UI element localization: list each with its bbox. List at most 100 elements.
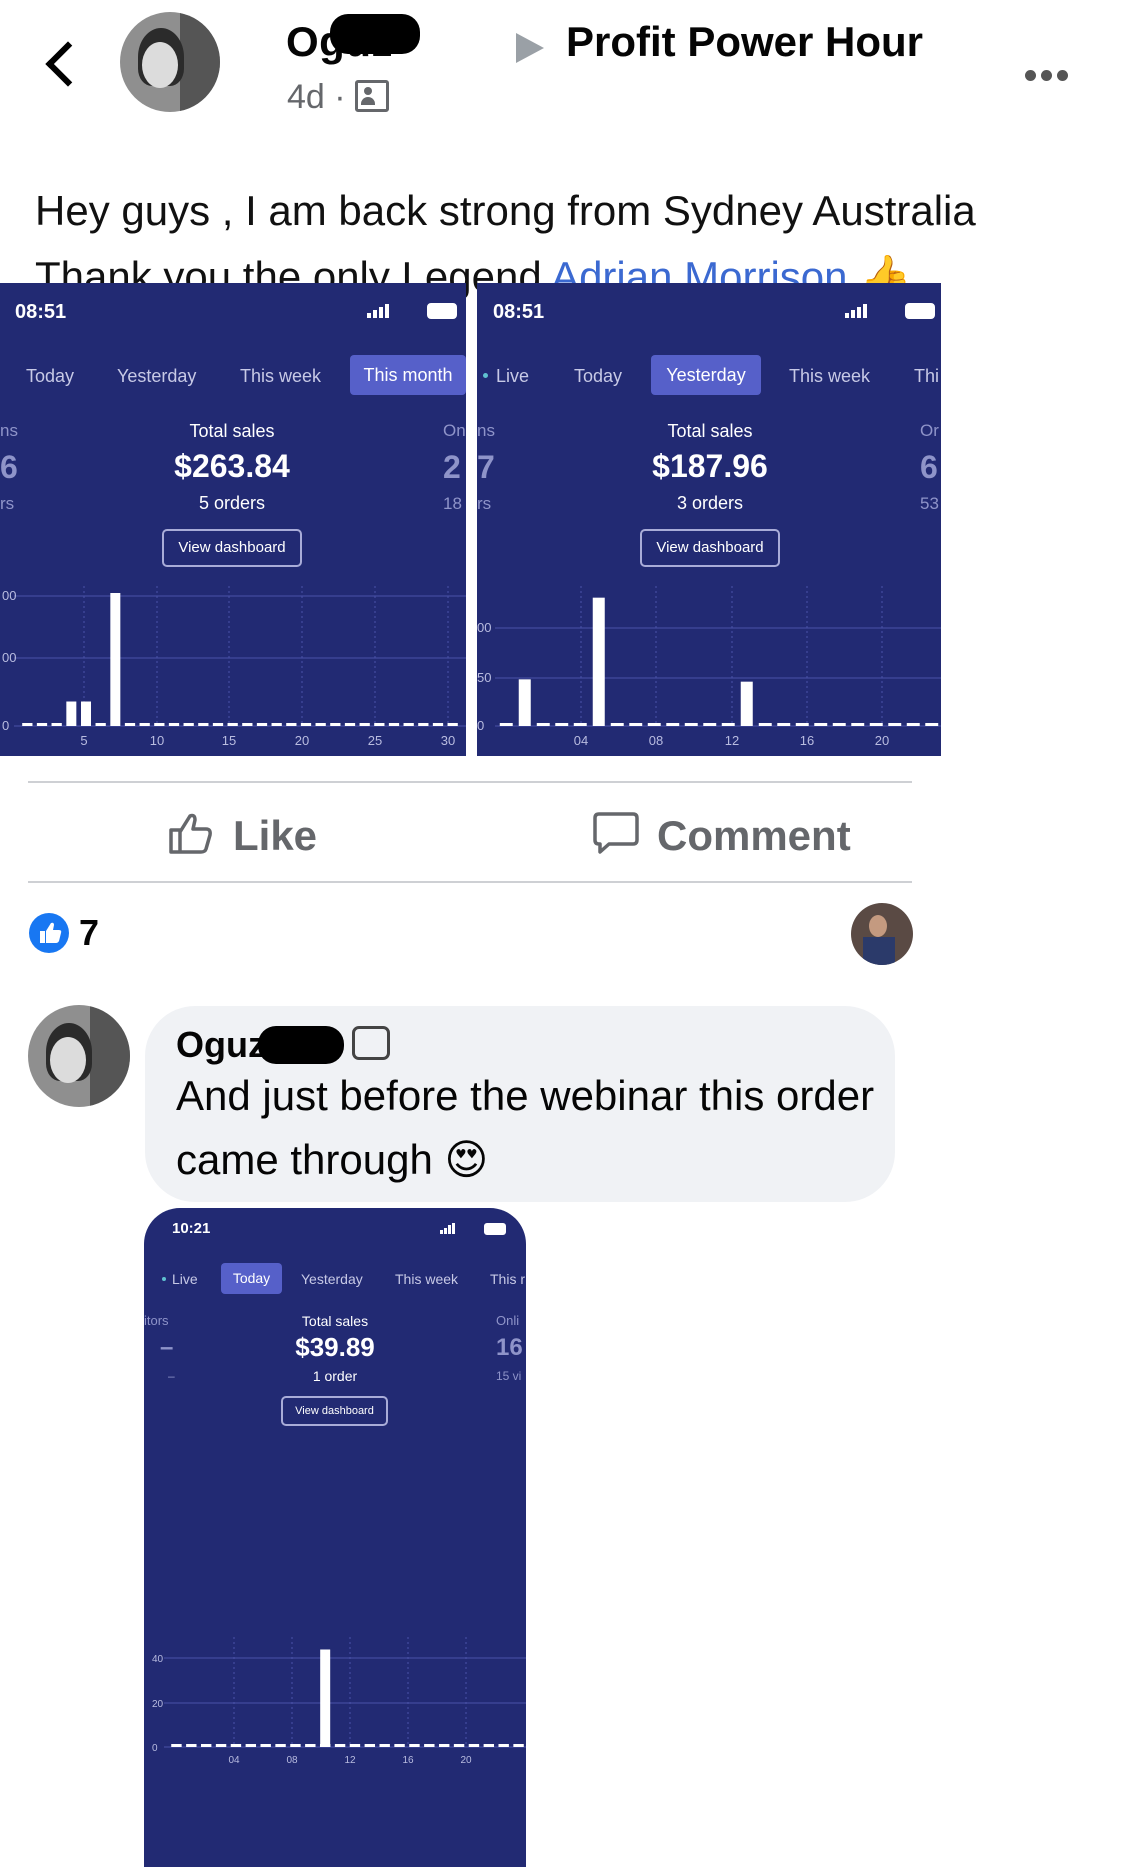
bar-zero xyxy=(906,723,920,726)
bar-zero xyxy=(418,723,429,726)
bar-zero xyxy=(610,723,624,726)
y-tick-label: 20 xyxy=(152,1699,164,1710)
bar-zero xyxy=(499,723,513,726)
tab-today[interactable]: Today xyxy=(26,366,74,387)
tab-yesterday[interactable]: Yesterday xyxy=(117,366,196,387)
right-stat-sub: 15 vi xyxy=(496,1369,522,1383)
tab-this-week[interactable]: This week xyxy=(240,366,321,387)
meta-separator: · xyxy=(334,78,346,116)
group-name[interactable]: Profit Power Hour xyxy=(566,18,923,66)
x-tick-label: 5 xyxy=(80,733,87,748)
view-dashboard-button[interactable]: View dashboard xyxy=(640,529,780,567)
bar-zero xyxy=(374,723,385,726)
bar-zero xyxy=(925,723,939,726)
bar-zero xyxy=(51,723,62,726)
bar-zero xyxy=(573,723,587,726)
bar xyxy=(320,1649,331,1747)
tab-live[interactable]: Live xyxy=(483,366,529,387)
x-tick-label: 25 xyxy=(368,733,382,748)
screenshot-1[interactable]: 08:51 Today Yesterday This week This mon… xyxy=(0,283,466,756)
y-tick-label: 0 xyxy=(477,718,484,733)
tab-yesterday[interactable]: Yesterday xyxy=(651,355,761,395)
bar-zero xyxy=(536,723,550,726)
bar-zero xyxy=(379,1744,390,1747)
tab-today[interactable]: Today xyxy=(221,1263,282,1294)
bar-zero xyxy=(186,1744,197,1747)
bar-zero xyxy=(703,723,717,726)
commenter-avatar[interactable] xyxy=(28,1005,130,1107)
bar-zero xyxy=(453,1744,465,1747)
post-time[interactable]: 4d xyxy=(287,78,325,116)
comment-author-name[interactable]: Oguz xyxy=(176,1024,266,1066)
y-tick-label: 50 xyxy=(477,670,491,685)
tab-today[interactable]: Today xyxy=(574,366,622,387)
status-icons xyxy=(845,302,935,319)
tab-this-week[interactable]: This week xyxy=(395,1271,458,1287)
tab-this-month[interactable]: Thi xyxy=(914,366,939,387)
orders-count: 5 orders xyxy=(198,493,266,513)
right-stat-value: 16 xyxy=(496,1334,523,1361)
tab-this-month[interactable]: This r xyxy=(490,1271,525,1287)
bar-zero xyxy=(95,723,106,726)
tab-this-week[interactable]: This week xyxy=(789,366,870,387)
bar-zero xyxy=(330,723,341,726)
more-options-icon[interactable] xyxy=(1025,68,1073,86)
bar-zero xyxy=(305,1744,316,1747)
bar-zero xyxy=(198,723,209,726)
y-tick-label: 00 xyxy=(2,650,16,665)
bar-zero xyxy=(168,723,180,726)
tab-live[interactable]: Live xyxy=(162,1271,198,1287)
bar-zero xyxy=(432,723,444,726)
x-tick-label: 20 xyxy=(460,1755,472,1766)
total-sales-value: $263.84 xyxy=(174,448,290,484)
y-tick-label: 40 xyxy=(152,1654,164,1665)
reactor-avatar[interactable] xyxy=(851,903,913,965)
redaction-mark xyxy=(330,14,420,54)
bar-zero xyxy=(245,1744,257,1747)
bar-zero xyxy=(483,1744,495,1747)
view-dashboard-button[interactable]: View dashboard xyxy=(281,1396,388,1426)
comment-button[interactable]: Comment xyxy=(593,808,853,860)
tab-yesterday[interactable]: Yesterday xyxy=(301,1271,363,1287)
bar-zero xyxy=(300,723,312,726)
left-stat-sub: rs xyxy=(0,494,15,513)
comment-image[interactable]: 10:21 Live Today Yesterday This week Thi… xyxy=(144,1208,526,1867)
bar-zero xyxy=(349,1744,361,1747)
divider-top xyxy=(28,781,912,783)
tab-this-month[interactable]: This month xyxy=(350,355,466,395)
x-tick-label: 20 xyxy=(295,733,309,748)
left-stat-label: itors xyxy=(144,1313,169,1328)
bar-zero xyxy=(555,723,569,726)
post-meta: 4d · xyxy=(287,78,390,117)
total-sales-value: $39.89 xyxy=(295,1332,375,1362)
author-avatar[interactable] xyxy=(120,12,220,112)
back-icon[interactable] xyxy=(45,41,91,87)
bar-zero xyxy=(888,723,902,726)
right-stat-label: On ns xyxy=(443,421,466,440)
left-stat-value: 6 xyxy=(0,449,18,485)
reaction-count[interactable]: 7 xyxy=(79,912,99,954)
bar-zero xyxy=(721,723,735,726)
x-tick-label: 08 xyxy=(286,1755,298,1766)
bar-zero xyxy=(832,723,846,726)
y-tick-label: 0 xyxy=(2,718,9,733)
like-reaction-icon[interactable] xyxy=(29,913,69,953)
bar-zero xyxy=(286,723,297,726)
y-tick-label: 0 xyxy=(152,1743,158,1754)
bar-zero xyxy=(513,1744,524,1747)
bar-zero xyxy=(814,723,828,726)
bar xyxy=(740,681,753,726)
total-sales-label: Total sales xyxy=(189,421,275,441)
bar-zero xyxy=(271,723,282,726)
x-tick-label: 08 xyxy=(649,733,663,748)
post-line-1: Hey guys , I am back strong from Sydney … xyxy=(35,187,976,234)
bar-zero xyxy=(230,1744,242,1747)
x-tick-label: 15 xyxy=(222,733,236,748)
view-dashboard-button[interactable]: View dashboard xyxy=(162,529,302,567)
right-stat-sub: 18 ors xyxy=(443,494,466,513)
right-stat-sub: 53 xyxy=(920,494,939,513)
status-time: 10:21 xyxy=(172,1220,211,1237)
screenshot-2[interactable]: 08:51 Live Today Yesterday This week Thi… xyxy=(477,283,941,756)
bar-zero xyxy=(795,723,809,726)
like-label: Like xyxy=(233,812,318,859)
